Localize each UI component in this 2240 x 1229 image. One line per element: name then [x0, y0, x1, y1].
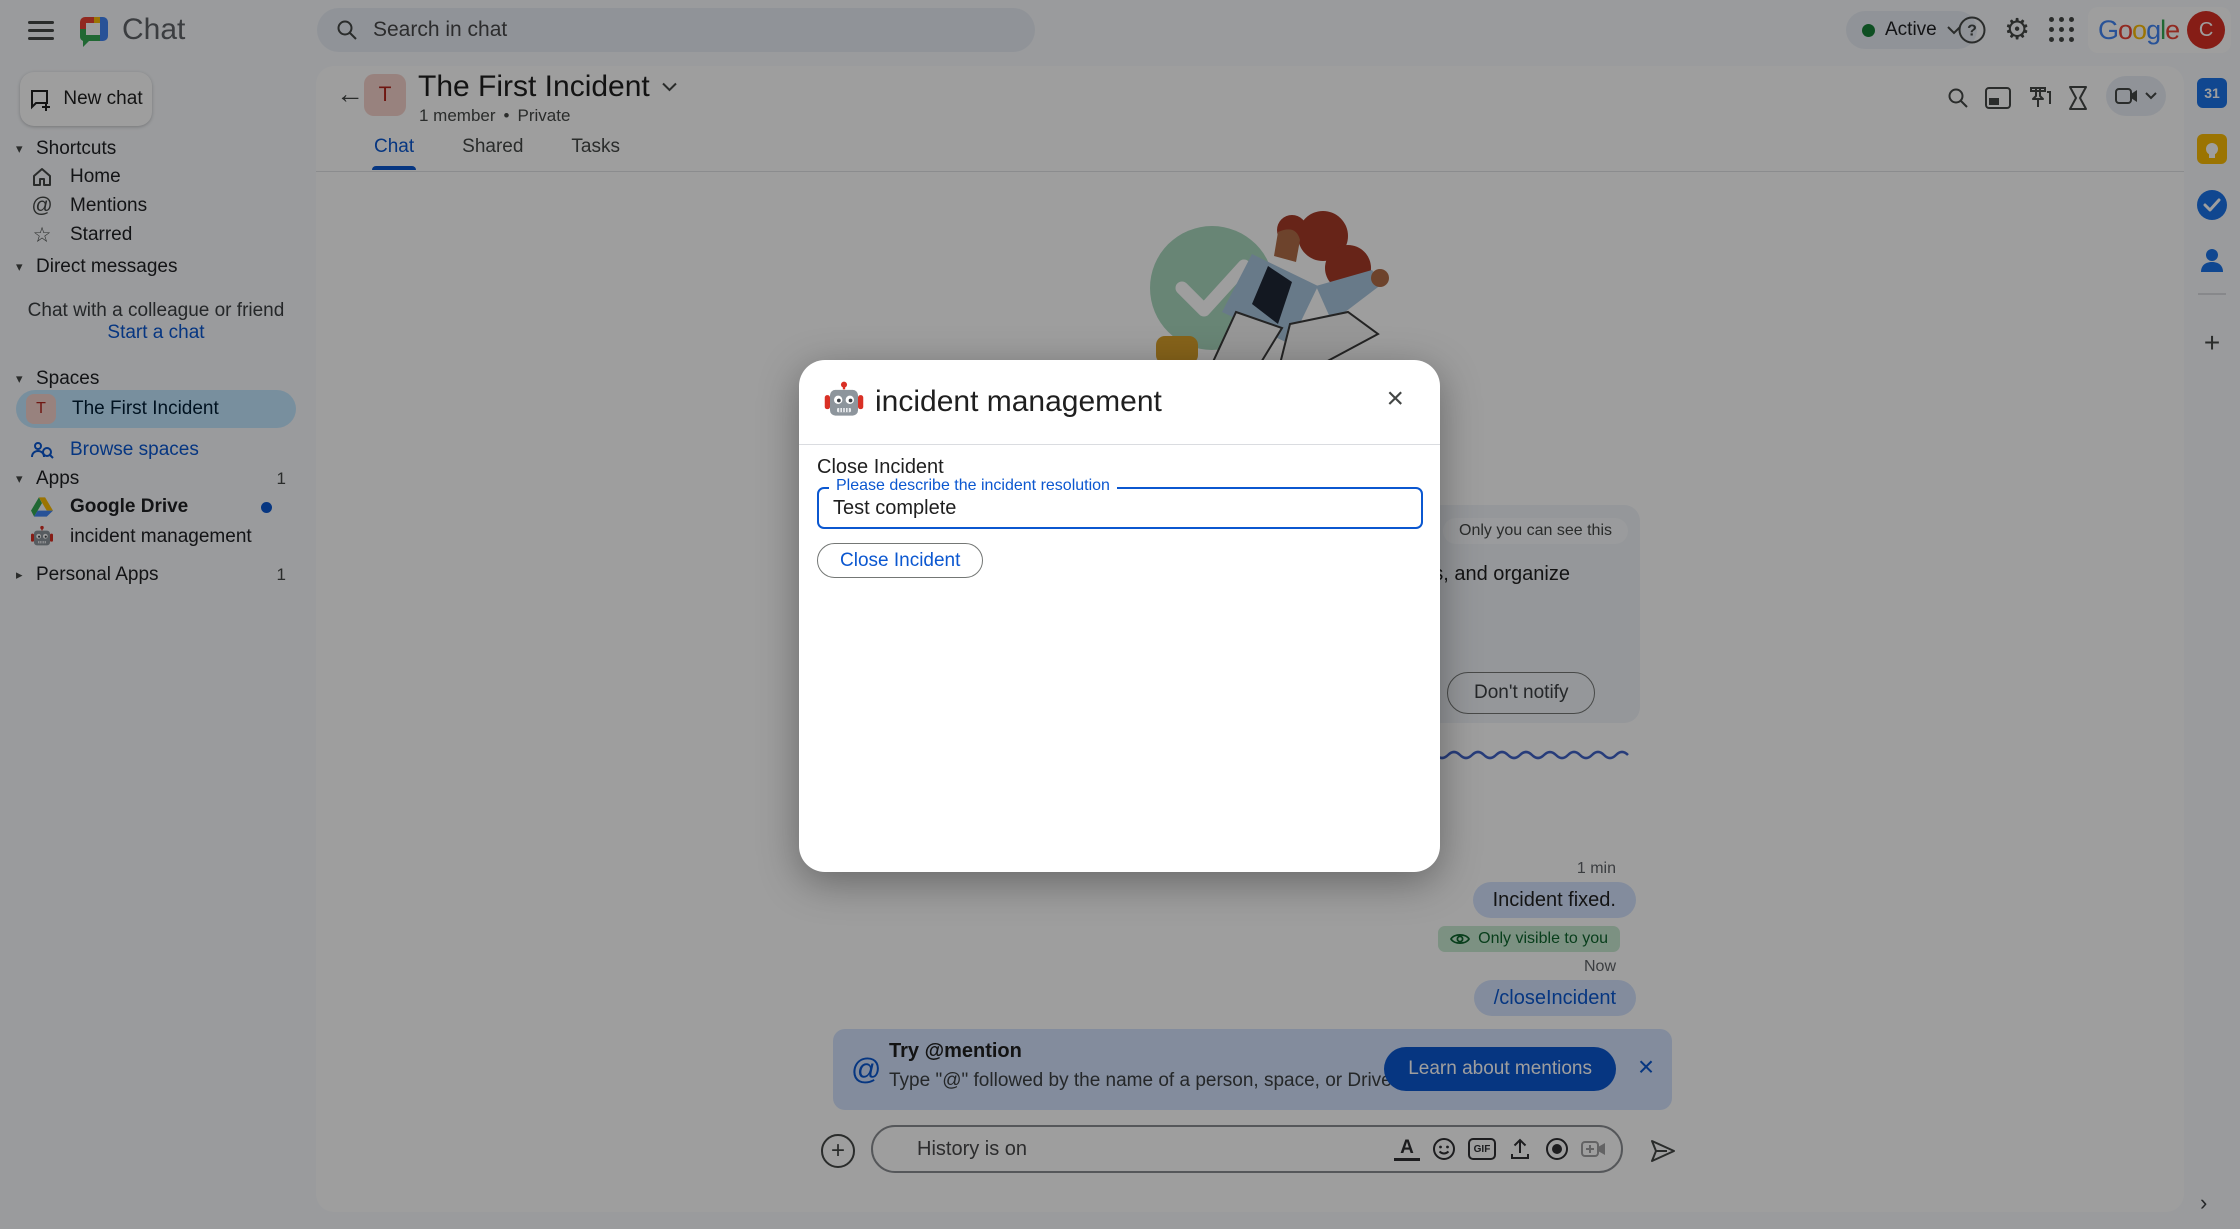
- dialog-divider: [799, 444, 1440, 445]
- dialog-header: incident management ×: [799, 360, 1440, 444]
- close-incident-button[interactable]: Close Incident: [817, 543, 983, 578]
- robot-icon: [823, 380, 865, 422]
- close-incident-heading: Close Incident: [817, 456, 944, 479]
- resolution-field-label: Please describe the incident resolution: [829, 477, 1117, 495]
- dialog-title: incident management: [875, 385, 1162, 419]
- incident-management-dialog: incident management × Close Incident Ple…: [799, 360, 1440, 872]
- google-chat-app: Chat Search in chat Active ? ⚙ Google C …: [0, 0, 2240, 1229]
- resolution-field-wrapper: Please describe the incident resolution: [817, 487, 1423, 529]
- dialog-close-icon[interactable]: ×: [1386, 382, 1404, 416]
